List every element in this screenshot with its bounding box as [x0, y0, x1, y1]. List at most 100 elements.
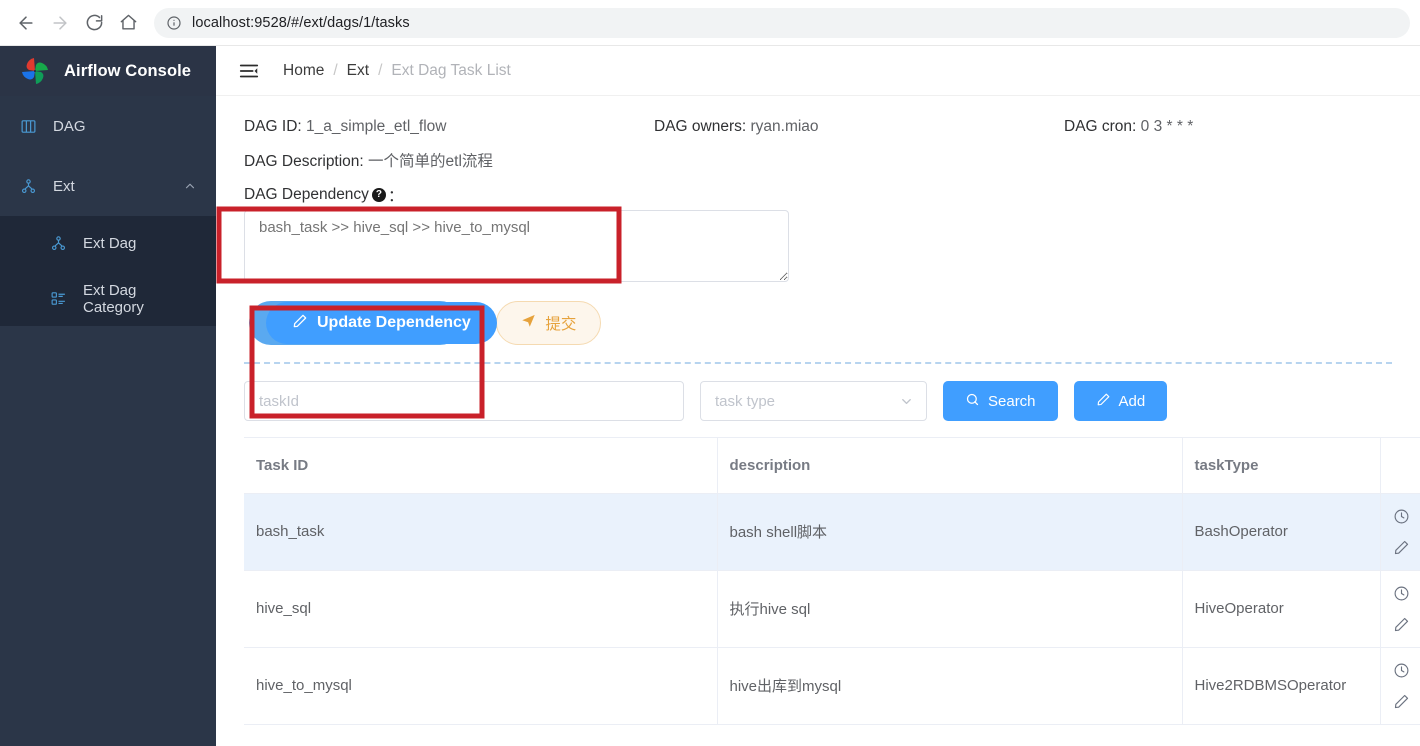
dag-owners-field: DAG owners: ryan.miao	[654, 118, 1064, 136]
row-actions	[1393, 585, 1420, 633]
main-area: Home / Ext / Ext Dag Task List DAG ID: 1…	[216, 46, 1420, 746]
page-content: DAG ID: 1_a_simple_etl_flow DAG owners: …	[216, 96, 1420, 746]
dag-description-value: 一个简单的etl流程	[368, 153, 493, 170]
dag-info-row: DAG ID: 1_a_simple_etl_flow DAG owners: …	[244, 118, 1392, 136]
task-type-select[interactable]: task type	[700, 381, 927, 421]
edit-pencil-icon[interactable]	[1393, 616, 1420, 633]
clock-icon[interactable]	[1393, 508, 1420, 525]
cell-task-type: Hive2RDBMSOperator	[1181, 647, 1380, 725]
url-text: localhost:9528/#/ext/dags/1/tasks	[192, 14, 410, 31]
row-actions	[1393, 508, 1420, 556]
dag-cron-field: DAG cron: 0 3 * * *	[1064, 118, 1193, 136]
edit-pencil-icon[interactable]	[1393, 539, 1420, 556]
info-circle-icon	[166, 15, 182, 31]
breadcrumb-item-home[interactable]: Home	[283, 62, 324, 80]
breadcrumb-separator: /	[333, 61, 338, 79]
dag-id-value: 1_a_simple_etl_flow	[306, 118, 447, 135]
task-table-container: Task ID description taskType bash_task b…	[244, 437, 1420, 725]
app-root: Airflow Console DAG Ext Ext Dag Ext Dag …	[0, 46, 1420, 746]
submit-button[interactable]: 提交	[496, 301, 602, 345]
update-dependency-button-overlay[interactable]: Update Dependency	[266, 302, 497, 344]
sidebar-menu: DAG Ext Ext Dag Ext Dag Category	[0, 96, 216, 326]
add-button[interactable]: Add	[1073, 381, 1168, 421]
dag-id-field: DAG ID: 1_a_simple_etl_flow	[244, 118, 654, 136]
sidebar-item-ext[interactable]: Ext	[0, 156, 216, 216]
sidebar-item-dag[interactable]: DAG	[0, 96, 216, 156]
edit-pencil-icon	[292, 313, 308, 334]
column-header-operations	[1379, 438, 1420, 494]
dag-owners-value: ryan.miao	[750, 118, 819, 135]
task-id-input[interactable]	[244, 381, 684, 421]
column-header-description[interactable]: description	[716, 438, 1182, 494]
edit-pencil-icon	[1096, 392, 1111, 411]
table-row[interactable]: hive_sql 执行hive sql HiveOperator	[244, 570, 1420, 648]
cell-description: hive出库到mysql	[716, 647, 1182, 725]
home-icon[interactable]	[112, 7, 144, 39]
back-icon[interactable]	[10, 7, 42, 39]
cell-task-id: bash_task	[244, 493, 717, 571]
breadcrumb-item-ext[interactable]: Ext	[347, 62, 369, 80]
dag-columns-icon	[19, 117, 37, 135]
address-bar[interactable]: localhost:9528/#/ext/dags/1/tasks	[154, 7, 1410, 38]
table-row[interactable]: hive_to_mysql hive出库到mysql Hive2RDBMSOpe…	[244, 647, 1420, 725]
clock-icon[interactable]	[1393, 662, 1420, 679]
update-dependency-overlay-label: Update Dependency	[317, 314, 471, 331]
dependency-actions: Update Dependency 提交 Update Dependency	[244, 301, 1392, 345]
submit-label: 提交	[545, 316, 577, 333]
task-type-select-placeholder: task type	[715, 392, 776, 410]
browser-toolbar: localhost:9528/#/ext/dags/1/tasks	[0, 0, 1420, 46]
forward-icon[interactable]	[44, 7, 76, 39]
table-row[interactable]: bash_task bash shell脚本 BashOperator	[244, 493, 1420, 571]
cell-operations	[1379, 570, 1420, 648]
chevron-up-icon[interactable]	[183, 179, 197, 193]
category-list-icon	[49, 290, 67, 308]
dag-cron-label: DAG cron:	[1064, 118, 1137, 135]
search-button-label: Search	[988, 392, 1036, 410]
brand[interactable]: Airflow Console	[0, 46, 216, 96]
dag-cron-value: 0 3 * * *	[1140, 118, 1194, 135]
edit-pencil-icon[interactable]	[1393, 693, 1420, 710]
dag-dependency-textarea[interactable]	[244, 210, 789, 282]
breadcrumb-item-current: Ext Dag Task List	[391, 61, 511, 79]
table-header-row: Task ID description taskType	[244, 438, 1420, 494]
sidebar-item-ext-label: Ext	[53, 177, 75, 195]
send-plane-icon	[521, 313, 536, 333]
breadcrumb: Home / Ext / Ext Dag Task List	[283, 62, 511, 80]
cell-operations	[1379, 647, 1420, 725]
search-button[interactable]: Search	[943, 381, 1058, 421]
reload-icon[interactable]	[78, 7, 110, 39]
dag-dependency-colon: ：	[387, 188, 404, 205]
column-header-task-id[interactable]: Task ID	[244, 438, 717, 494]
dag-description-field: DAG Description: 一个简单的etl流程	[244, 149, 1392, 171]
table-head: Task ID description taskType	[244, 438, 1420, 494]
cell-task-type: HiveOperator	[1181, 570, 1380, 648]
column-header-task-type[interactable]: taskType	[1181, 438, 1380, 494]
collapse-menu-icon[interactable]	[238, 60, 260, 82]
section-divider	[244, 362, 1392, 364]
cell-description: 执行hive sql	[716, 570, 1182, 648]
sidebar-item-ext-dag[interactable]: Ext Dag	[0, 216, 216, 271]
dag-dependency-label-row: DAG Dependency ? ：	[244, 184, 1392, 206]
clock-icon[interactable]	[1393, 585, 1420, 602]
cell-description: bash shell脚本	[716, 493, 1182, 571]
sidebar-item-ext-dag-category-label: Ext Dag Category	[83, 281, 144, 316]
question-mark-icon[interactable]: ?	[371, 188, 386, 202]
sidebar-item-ext-dag-label: Ext Dag	[83, 235, 137, 252]
sidebar-item-ext-dag-category[interactable]: Ext Dag Category	[0, 271, 216, 326]
sidebar-item-dag-label: DAG	[53, 117, 86, 135]
dag-owners-label: DAG owners:	[654, 118, 747, 135]
sidebar: Airflow Console DAG Ext Ext Dag Ext Dag …	[0, 46, 216, 746]
task-table: Task ID description taskType bash_task b…	[244, 438, 1420, 725]
dag-id-label: DAG ID:	[244, 118, 302, 135]
cell-task-type: BashOperator	[1181, 493, 1380, 571]
ext-dag-node-icon	[49, 235, 67, 253]
airflow-pinwheel-logo-icon	[19, 55, 51, 87]
add-button-label: Add	[1118, 392, 1146, 410]
row-actions	[1393, 662, 1420, 710]
breadcrumb-separator: /	[378, 61, 383, 79]
brand-title: Airflow Console	[64, 61, 192, 80]
ext-node-tree-icon	[19, 177, 37, 195]
cell-operations	[1379, 493, 1420, 571]
search-icon	[965, 392, 980, 411]
dag-dependency-label: DAG Dependency	[244, 186, 369, 203]
